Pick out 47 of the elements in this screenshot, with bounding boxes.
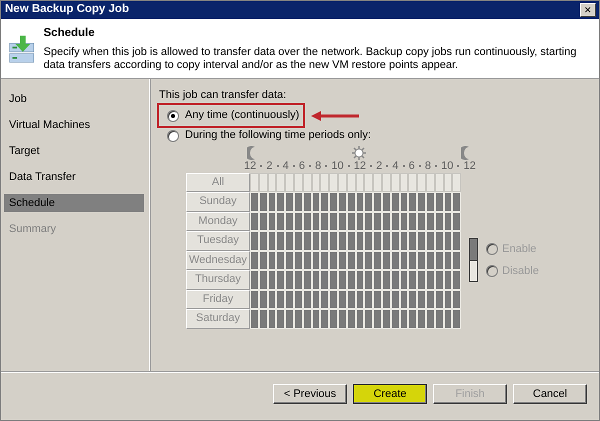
arrow-icon <box>311 110 360 120</box>
hour-label: 8 <box>315 160 322 172</box>
close-button[interactable]: ✕ <box>580 3 596 17</box>
dialog-button[interactable]: Create <box>353 384 427 404</box>
dialog-button[interactable]: < Previous <box>273 384 347 404</box>
sidebar-item[interactable]: Virtual Machines <box>4 116 144 134</box>
legend-swatch <box>469 238 478 282</box>
moon-icon <box>247 146 257 160</box>
page-description: Specify when this job is allowed to transfer data over the network. Backup copy jobs run continuously, starting data transfers according to copy interval and/or as the new VM restore points appear. <box>44 46 578 72</box>
tick-dot <box>435 164 438 166</box>
hour-label: 8 <box>424 160 431 172</box>
hour-label: 2 <box>376 160 382 172</box>
tick-dot <box>325 164 328 166</box>
sidebar-item[interactable]: Schedule <box>4 194 144 212</box>
tick-dot <box>292 164 295 166</box>
radio-button[interactable] <box>167 130 179 142</box>
page-title: Schedule <box>44 26 96 41</box>
sidebar-item[interactable]: Data Transfer <box>4 168 144 186</box>
tick-dot <box>370 164 372 166</box>
hour-label: 4 <box>392 160 398 172</box>
tick-dot <box>309 164 312 166</box>
prompt-label: This job can transfer data: <box>159 88 288 103</box>
hour-label: 12 <box>244 160 256 172</box>
sun-icon <box>352 146 366 160</box>
moon-icon <box>461 146 471 160</box>
tick-dot <box>260 164 262 166</box>
tick-dot <box>276 164 279 166</box>
radio-button[interactable] <box>167 110 179 122</box>
sidebar-item[interactable]: Job <box>4 90 144 108</box>
option-label[interactable]: Any time (continuously) <box>185 107 300 124</box>
tick-dot <box>386 164 388 166</box>
option-label[interactable]: During the following time periods only: <box>185 127 371 144</box>
hour-label: 2 <box>266 160 272 172</box>
hour-label: 10 <box>331 160 344 172</box>
window-title: New Backup Copy Job <box>5 2 129 18</box>
dialog-button[interactable]: Cancel <box>513 384 587 404</box>
hour-label: 12 <box>354 160 366 172</box>
tick-dot <box>402 164 405 166</box>
hour-label: 6 <box>408 160 415 172</box>
hour-label: 10 <box>441 160 454 172</box>
tick-dot <box>457 164 460 166</box>
hour-label: 6 <box>298 160 305 172</box>
hour-label: 12 <box>464 160 476 172</box>
hour-label: 4 <box>282 160 289 172</box>
sidebar-item[interactable]: Target <box>4 142 144 160</box>
tick-dot <box>348 164 350 166</box>
tick-dot <box>418 164 421 166</box>
